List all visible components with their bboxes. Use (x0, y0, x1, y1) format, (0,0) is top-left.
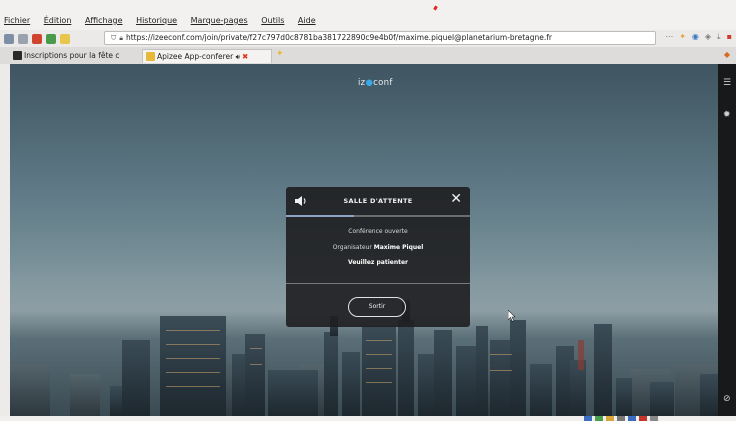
screen: Fichier Édition Affichage Historique Mar… (0, 0, 736, 421)
dialog-title: SALLE D'ATTENTE (343, 197, 413, 205)
shield-icon[interactable]: ⛉ (111, 32, 116, 44)
audio-icon[interactable]: 🔊︎ (236, 53, 240, 61)
tab-bar: Inscriptions pour la fête c Apizee App-c… (0, 47, 736, 64)
organizer-text: Organisateur Maxime Piquel (286, 244, 470, 251)
menu-affichage[interactable]: Affichage (85, 16, 123, 25)
taskbar-icon[interactable] (628, 416, 636, 421)
izeeconf-logo: iz●conf (358, 78, 393, 88)
addon-icon[interactable]: ✦ (679, 32, 686, 42)
taskbar-icon[interactable] (595, 416, 603, 421)
menu-edition[interactable]: Édition (44, 16, 72, 25)
progress-bar (286, 215, 470, 217)
addon-icon[interactable]: ◈ (705, 32, 711, 42)
help-icon[interactable]: ⊘ (723, 394, 731, 404)
status-text: Conférence ouverte (348, 228, 408, 235)
toolbar-icon[interactable] (4, 33, 14, 44)
addon-icon[interactable]: ▪ (727, 32, 732, 42)
taskbar-icons (584, 416, 658, 421)
more-icon[interactable]: ⋯ (665, 32, 673, 42)
organizer-name: Maxime Piquel (373, 244, 424, 251)
tab-inscriptions[interactable]: Inscriptions pour la fête c (10, 49, 138, 63)
taskbar-icon[interactable] (606, 416, 614, 421)
favicon-icon (13, 51, 22, 60)
tab-close-icon[interactable]: ✖ (242, 52, 248, 61)
right-sidebar: ☰ ✹ ⊘ (718, 64, 736, 416)
app-viewport: iz●conf SALLE D'ATTENTE ✕ Conférence ouv… (10, 64, 718, 416)
menu-aide[interactable]: Aide (298, 16, 316, 25)
addon-icon[interactable]: ◉ (692, 32, 699, 42)
url-bar[interactable]: ⛉ 🔒︎ https://izeeconf.com/join/private/f27… (104, 31, 656, 45)
menu-outils[interactable]: Outils (261, 16, 284, 25)
taskbar-icon[interactable] (639, 416, 647, 421)
tab-label: Inscriptions pour la fête c (24, 51, 120, 60)
addon-icon[interactable] (46, 33, 56, 44)
menu-marque-pages[interactable]: Marque-pages (191, 16, 248, 25)
menubar: Fichier Édition Affichage Historique Mar… (0, 0, 736, 30)
organizer-label: Organisateur (332, 244, 372, 251)
taskbar-icon[interactable] (650, 416, 658, 421)
download-icon[interactable]: ⤓ (717, 32, 721, 42)
close-icon[interactable]: ✕ (450, 192, 462, 206)
taskbar-icon[interactable] (617, 416, 625, 421)
dialog-divider (286, 283, 470, 284)
mouse-cursor-icon (508, 310, 516, 322)
lock-icon[interactable]: 🔒︎ (119, 32, 123, 44)
tab-apizee[interactable]: Apizee App-conferer 🔊︎ ✖ (142, 49, 272, 63)
settings-icon[interactable]: ✹ (723, 110, 731, 120)
waiting-room-dialog: SALLE D'ATTENTE ✕ Conférence ouverte Org… (286, 187, 470, 327)
url-text: https://izeeconf.com/join/private/f27c79… (125, 33, 552, 42)
menu-icon[interactable]: ☰ (723, 78, 731, 88)
leave-button[interactable]: Sortir (348, 297, 406, 317)
favicon-icon (146, 52, 155, 61)
addon-icon[interactable] (60, 33, 70, 44)
tab-label: Apizee App-conferer (157, 52, 234, 61)
new-tab-icon[interactable]: ✦ (276, 49, 284, 59)
navigation-toolbar: ⛉ 🔒︎ https://izeeconf.com/join/private/f27… (0, 30, 736, 47)
logo-dot: ● (365, 78, 374, 88)
menu-historique[interactable]: Historique (136, 16, 177, 25)
extension-icon[interactable]: ◆ (724, 50, 730, 59)
logo-text-suffix: conf (373, 78, 393, 88)
dialog-header: SALLE D'ATTENTE ✕ (286, 187, 470, 215)
taskbar-icon[interactable] (584, 416, 592, 421)
menu-fichier[interactable]: Fichier (4, 16, 30, 25)
wait-message: Veuillez patienter (348, 259, 408, 266)
addon-icon[interactable] (32, 33, 42, 44)
print-icon[interactable] (18, 33, 28, 44)
progress-fill (286, 215, 355, 217)
